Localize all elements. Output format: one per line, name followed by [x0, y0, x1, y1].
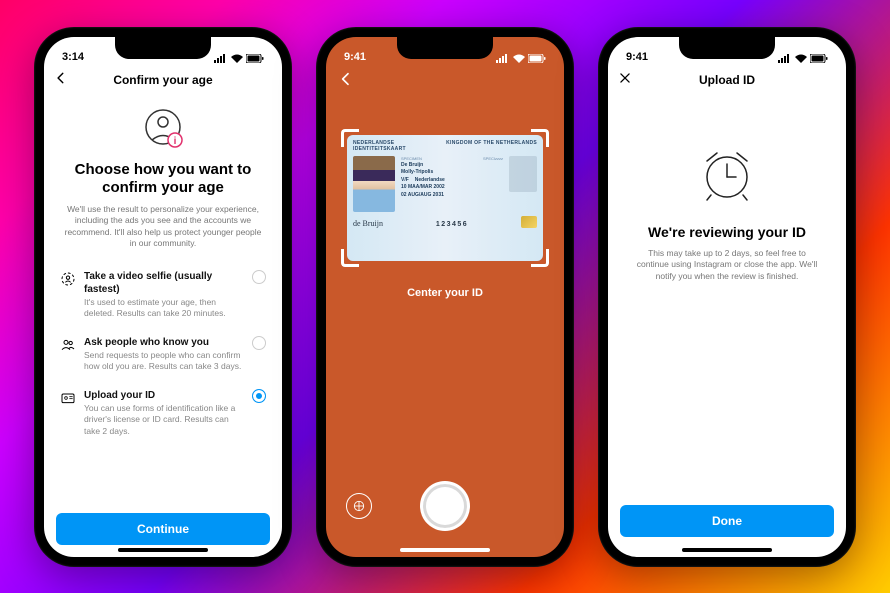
id-expiry: 02 AUG/AUG 2031	[401, 192, 477, 200]
radio-unselected[interactable]	[252, 270, 266, 284]
option-title: Ask people who know you	[84, 336, 246, 349]
id-dob: 10 MAA/MAR 2002	[401, 184, 477, 192]
hero-icon-wrap: i	[44, 105, 282, 155]
option-sub: It's used to estimate your age, then del…	[84, 297, 246, 320]
status-time: 9:41	[344, 51, 366, 63]
status-time: 3:14	[62, 51, 84, 63]
people-icon	[60, 337, 76, 353]
nav-title: Confirm your age	[113, 73, 212, 87]
back-button[interactable]	[338, 71, 354, 92]
battery-icon	[246, 54, 264, 63]
wifi-icon	[513, 54, 525, 63]
home-indicator[interactable]	[400, 548, 490, 552]
id-chip-icon	[521, 216, 537, 228]
gallery-icon	[352, 499, 366, 513]
close-button[interactable]	[618, 71, 632, 89]
clock-icon	[699, 149, 755, 205]
radio-unselected[interactable]	[252, 336, 266, 350]
option-sub: You can use forms of identification like…	[84, 403, 246, 437]
status-icons	[496, 54, 546, 63]
phone-reviewing: 9:41 Upload ID	[598, 27, 856, 567]
chevron-left-icon	[338, 71, 354, 87]
option-video-selfie[interactable]: Take a video selfie (usually fastest) It…	[60, 262, 266, 328]
id-ghost-photo	[509, 156, 537, 192]
option-title: Take a video selfie (usually fastest)	[84, 270, 246, 296]
radio-selected[interactable]	[252, 389, 266, 403]
battery-icon	[528, 54, 546, 63]
instruction-text: Center your ID	[407, 287, 483, 299]
chevron-left-icon	[54, 71, 68, 85]
notch	[679, 37, 775, 59]
close-icon	[618, 71, 632, 85]
continue-button[interactable]: Continue	[56, 513, 270, 545]
id-gender: V/F	[401, 177, 409, 185]
page-heading: We're reviewing your ID	[648, 224, 806, 240]
id-card-icon	[60, 390, 76, 406]
gallery-button[interactable]	[346, 493, 372, 519]
option-upload-id[interactable]: Upload your ID You can use forms of iden…	[60, 381, 266, 445]
option-sub: Send requests to people who can confirm …	[84, 350, 246, 373]
id-signature: de Bruijn	[353, 219, 383, 228]
id-surname: De Bruijn	[401, 162, 477, 170]
back-button[interactable]	[54, 71, 68, 89]
camera-viewfinder: NEDERLANDSE IDENTITEITSKAART KINGDOM OF …	[326, 65, 564, 467]
page-description: We'll use the result to personalize your…	[60, 204, 266, 250]
signal-icon	[214, 54, 228, 63]
svg-text:i: i	[174, 136, 177, 147]
wifi-icon	[231, 54, 243, 63]
video-selfie-icon	[60, 271, 76, 287]
phone-scan-id: 9:41 NEDERLANDSE IDENTITEITSKAART	[316, 27, 574, 567]
id-nationality: Nederlandse	[415, 177, 445, 185]
nav-bar: Upload ID	[608, 65, 846, 95]
clock-icon-wrap	[699, 149, 755, 210]
id-given: Molly-Tripolis	[401, 169, 477, 177]
id-photo	[353, 156, 395, 212]
done-button[interactable]: Done	[620, 505, 834, 537]
option-ask-people[interactable]: Ask people who know you Send requests to…	[60, 328, 266, 381]
battery-icon	[810, 54, 828, 63]
profile-info-icon: i	[138, 105, 188, 155]
status-icons	[214, 54, 264, 63]
status-icons	[778, 54, 828, 63]
id-card: NEDERLANDSE IDENTITEITSKAART KINGDOM OF …	[347, 135, 543, 261]
id-number: 123456	[436, 221, 468, 228]
home-indicator[interactable]	[682, 548, 772, 552]
id-doc-type: IDENTITEITSKAART	[353, 146, 406, 152]
home-indicator[interactable]	[118, 548, 208, 552]
id-frame: NEDERLANDSE IDENTITEITSKAART KINGDOM OF …	[347, 135, 543, 261]
notch	[397, 37, 493, 59]
signal-icon	[778, 54, 792, 63]
notch	[115, 37, 211, 59]
nav-title: Upload ID	[699, 73, 755, 87]
page-heading: Choose how you want to confirm your age	[60, 161, 266, 199]
id-class: SPECIzzzz	[483, 156, 503, 162]
status-time: 9:41	[626, 51, 648, 63]
nav-bar: Confirm your age	[44, 65, 282, 95]
shutter-button[interactable]	[420, 481, 470, 531]
page-description: This may take up to 2 days, so feel free…	[626, 248, 828, 284]
phone-confirm-age: 3:14 Confirm your age i Choose how y	[34, 27, 292, 567]
wifi-icon	[795, 54, 807, 63]
option-title: Upload your ID	[84, 389, 246, 402]
signal-icon	[496, 54, 510, 63]
id-country-en: KINGDOM OF THE NETHERLANDS	[446, 140, 537, 146]
